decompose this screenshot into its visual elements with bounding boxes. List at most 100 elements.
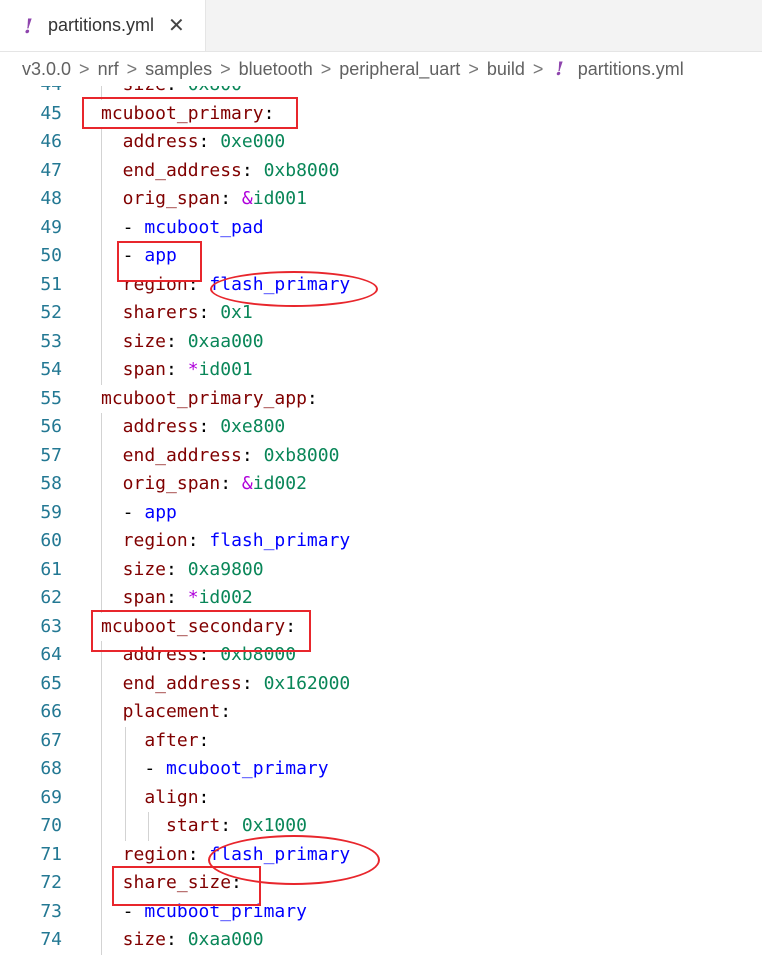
code-line[interactable]: 69 align:: [0, 783, 762, 813]
chevron-right-icon: >: [468, 58, 479, 79]
code-token: mcuboot_primary: [166, 758, 329, 779]
indent-guide: [125, 812, 126, 841]
code-line[interactable]: 53 size: 0xaa000: [0, 327, 762, 356]
indent-guide: [101, 470, 102, 499]
breadcrumb-item-build[interactable]: build: [487, 59, 525, 80]
code-token: :: [187, 843, 210, 865]
code-editor[interactable]: 44 size: 0x800 45 mcuboot_primary: 46 address…: [0, 86, 762, 957]
code-token: size: [123, 86, 166, 95]
code-line[interactable]: 47 end_address: 0xb8000: [0, 156, 762, 185]
code-token: 0xaa000: [187, 929, 264, 950]
code-token: placement: [122, 701, 221, 722]
code-text: placement:: [123, 698, 231, 727]
annotation-box-mcuboot-primary: [82, 97, 298, 129]
line-number: 71: [40, 843, 62, 865]
code-line[interactable]: 74 size: 0xaa000: [0, 926, 762, 955]
code-token: span: [122, 359, 167, 380]
code-line[interactable]: 55 mcuboot_primary_app:: [0, 385, 762, 414]
code-token: :: [241, 672, 264, 694]
tab-partitions-yml[interactable]: ! partitions.yml ✕: [0, 0, 206, 51]
indent-guide: [101, 270, 102, 299]
code-line[interactable]: 62 span: *id002: [0, 584, 762, 613]
line-number: 47: [40, 159, 62, 181]
code-text: address: 0xe800: [123, 413, 286, 442]
indent-guide: [125, 755, 126, 784]
code-line[interactable]: 70 start: 0x1000: [0, 812, 762, 841]
code-text: span: *id002: [123, 584, 253, 613]
annotation-oval-flash-primary: [210, 271, 378, 307]
code-token: after: [144, 729, 199, 751]
code-token: :: [220, 188, 242, 209]
code-line[interactable]: 66 placement:: [0, 698, 762, 727]
code-token: address: [122, 416, 199, 437]
line-number: 56: [40, 416, 62, 437]
indent-guide: [101, 356, 102, 385]
code-text: - app: [123, 499, 177, 528]
indent-guide: [101, 755, 102, 784]
code-line[interactable]: 67 after:: [0, 726, 762, 755]
breadcrumb-item-samples[interactable]: samples: [145, 59, 212, 80]
code-text: orig_span: &id002: [123, 470, 307, 499]
code-token: :: [241, 159, 264, 181]
line-number: 58: [40, 473, 62, 494]
chevron-right-icon: >: [126, 58, 138, 79]
chevron-right-icon: >: [532, 58, 544, 79]
code-token: *: [187, 359, 199, 380]
code-line[interactable]: 52 sharers: 0x1: [0, 299, 762, 328]
code-text: mcuboot_primary_app:: [101, 385, 318, 414]
code-line[interactable]: 50- app: [0, 242, 762, 271]
code-token: :: [198, 302, 221, 323]
line-number: 62: [40, 587, 62, 608]
code-line[interactable]: 49 - mcuboot_pad: [0, 213, 762, 242]
breadcrumb-item-file[interactable]: partitions.yml: [578, 59, 684, 80]
code-token: :: [220, 701, 232, 722]
code-text: align:: [144, 784, 209, 813]
indent-guide: [101, 869, 102, 898]
indent-guide: [101, 812, 102, 841]
code-line[interactable]: 71 region: flash_primary: [0, 840, 762, 869]
line-number: 66: [40, 701, 62, 722]
code-token: id001: [252, 188, 307, 209]
code-line[interactable]: 59 - app: [0, 498, 762, 528]
close-icon[interactable]: ✕: [168, 13, 185, 38]
code-text: size: 0xa9800: [123, 556, 264, 585]
breadcrumb-item-peripheral-uart[interactable]: peripheral_uart: [339, 59, 460, 80]
tab-title: partitions.yml: [48, 15, 155, 35]
code-token: size: [122, 558, 167, 580]
line-number: 69: [40, 786, 62, 808]
code-line[interactable]: 61 size: 0xa9800: [0, 555, 762, 585]
annotation-box-share-size: [112, 866, 261, 906]
code-line[interactable]: 46 address: 0xe000: [0, 128, 762, 157]
code-token: 0xb8000: [263, 444, 340, 466]
indent-guide: [101, 698, 102, 727]
breadcrumb-item-v3[interactable]: v3.0.0: [22, 59, 71, 80]
indent-guide: [101, 185, 102, 214]
annotation-box-app: [117, 241, 202, 282]
line-number: 57: [40, 444, 62, 466]
breadcrumb-item-bluetooth[interactable]: bluetooth: [239, 59, 313, 80]
code-token: size: [122, 330, 167, 352]
code-line[interactable]: 51 region: flash_primary: [0, 270, 762, 299]
breadcrumb-item-nrf[interactable]: nrf: [98, 59, 119, 80]
code-text: orig_span: &id001: [123, 185, 307, 214]
line-number: 51: [40, 273, 62, 295]
code-line[interactable]: 60 region: flash_primary: [0, 527, 762, 556]
line-number: 52: [40, 302, 62, 323]
code-line[interactable]: 54 span: *id001: [0, 356, 762, 385]
code-token: id001: [198, 359, 253, 380]
line-number: 60: [40, 530, 62, 551]
code-line[interactable]: 48 orig_span: &id001: [0, 185, 762, 214]
code-text: end_address: 0x162000: [123, 670, 351, 699]
code-token: start: [166, 815, 221, 836]
indent-guide: [101, 156, 102, 185]
line-number: 53: [40, 330, 62, 352]
code-token: end_address: [122, 444, 242, 466]
line-number: 67: [40, 729, 62, 751]
code-line[interactable]: 58 orig_span: &id002: [0, 470, 762, 499]
code-line[interactable]: 57 end_address: 0xb8000: [0, 441, 762, 470]
code-line[interactable]: 65 end_address: 0x162000: [0, 669, 762, 699]
code-token: 0xaa000: [187, 330, 264, 352]
code-line[interactable]: 68 - mcuboot_primary: [0, 755, 762, 784]
code-token: end_address: [122, 672, 242, 694]
code-line[interactable]: 56 address: 0xe800: [0, 413, 762, 442]
